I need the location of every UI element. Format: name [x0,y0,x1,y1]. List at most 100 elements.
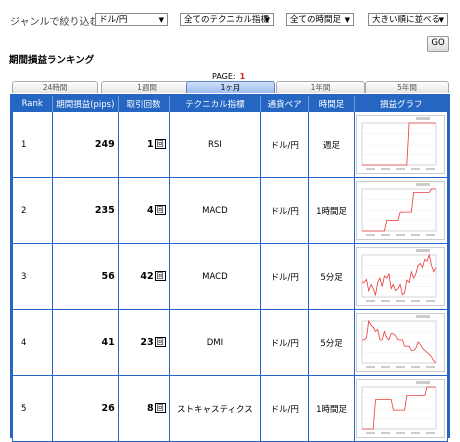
pl-graph [355,379,445,438]
graph-tick-label [395,168,405,170]
graph-tick-label [425,432,435,434]
pair-select-value: ドル/円 [99,15,128,25]
graph-tick-label [380,366,390,368]
ranking-table: Rank 期間損益(pips) 取引回数 テクニカル指標 通貨ペア 時間足 損益… [12,96,449,442]
trades-value: 4 [146,205,154,216]
period-tabs: 24時間 1週間 1ヶ月 1年間 5年間 [10,81,449,94]
technical-cell: MACD [168,177,262,244]
trades-cell: 23 回 [117,309,170,376]
table-row[interactable]: 5 26 8回 ストキャスティクス ドル/円 1時間足 [12,375,449,442]
pips-cell: 41 [51,309,119,376]
graph-tick-label [425,234,435,236]
graph-tick-label [365,234,375,236]
technical-cell: ストキャスティクス [168,375,262,442]
pl-graph [355,115,445,174]
graph-tick-label [395,432,405,434]
graph-legend-swatch [415,249,430,252]
trades-value: 42 [140,271,154,282]
graph-cell[interactable] [353,309,449,376]
timeframe-select-value: 全ての時間足 [290,15,342,25]
graph-legend-swatch [415,117,430,120]
graph-tick-label [395,366,405,368]
graph-tick-label [380,168,390,170]
graph-tick-label [410,300,420,302]
graph-cell[interactable] [353,111,449,178]
rank-cell: 1 [12,111,53,178]
graph-tick-label [365,168,375,170]
trade-unit-badge: 回 [154,205,166,215]
page-indicator: PAGE: 1 [212,72,245,81]
tab-24h[interactable]: 24時間 [12,81,98,93]
chevron-down-icon: ▼ [158,16,164,24]
tab-1week[interactable]: 1週間 [101,81,193,93]
table-row[interactable]: 3 56 42 回 MACD ドル/円 5分足 [12,243,449,310]
graph-tick-label [365,300,375,302]
trades-cell: 4回 [117,177,170,244]
graph-tick-label [410,168,420,170]
technical-cell: RSI [168,111,262,178]
timeframe-select[interactable]: 全ての時間足 ▼ [286,13,354,26]
tab-1year[interactable]: 1年間 [276,81,365,93]
col-timeframe: 時間足 [308,96,355,112]
tab-1month[interactable]: 1ヶ月 [186,81,275,93]
go-button[interactable]: GO [427,36,449,52]
col-technical: テクニカル指標 [168,96,261,112]
trades-cell: 8回 [117,375,170,442]
col-graph: 損益グラフ [353,96,448,112]
rank-cell: 5 [12,375,53,442]
graph-tick-label [380,432,390,434]
pips-cell: 235 [51,177,119,244]
chevron-down-icon: ▼ [438,16,444,24]
trade-unit-badge: 回 [154,337,166,347]
pair-select[interactable]: ドル/円 ▼ [95,13,168,26]
col-trades: 取引回数 [117,96,170,112]
technical-cell: MACD [168,243,262,310]
graph-legend-swatch [415,183,430,186]
col-pips: 期間損益(pips) [51,96,119,112]
table-row[interactable]: 1 249 1回 RSI ドル/円 週足 [12,111,449,178]
timeframe-cell: 5分足 [308,243,355,310]
graph-legend-swatch [415,381,430,384]
trades-value: 23 [140,337,154,348]
sort-select[interactable]: 大きい順に並べる ▼ [368,13,448,26]
ranking-table-frame: Rank 期間損益(pips) 取引回数 テクニカル指標 通貨ペア 時間足 損益… [10,94,450,442]
table-row[interactable]: 4 41 23 回 DMI ドル/円 5分足 [12,309,449,376]
trades-value: 8 [146,403,154,414]
technical-select[interactable]: 全てのテクニカル指標 ▼ [180,13,274,26]
graph-cell[interactable] [353,375,449,442]
trades-cell: 42 回 [117,243,170,310]
pl-graph [355,181,445,240]
graph-cell[interactable] [353,177,449,244]
technical-select-value: 全てのテクニカル指標 [184,15,270,25]
graph-legend-swatch [415,315,430,318]
graph-tick-label [425,168,435,170]
trade-unit-badge: 回 [154,271,166,281]
table-row[interactable]: 2 235 4回 MACD ドル/円 1時間足 [12,177,449,244]
filter-label: ジャンルで絞り込む: [10,17,103,28]
graph-tick-label [425,300,435,302]
pair-cell: ドル/円 [260,375,310,442]
pips-cell: 56 [51,243,119,310]
graph-cell[interactable] [353,243,449,310]
rank-cell: 2 [12,177,53,244]
graph-tick-label [395,234,405,236]
graph-tick-label [380,234,390,236]
chevron-down-icon: ▼ [264,16,270,24]
tab-5year[interactable]: 5年間 [365,81,449,93]
graph-tick-label [395,300,405,302]
graph-tick-label [410,234,420,236]
timeframe-cell: 1時間足 [308,177,355,244]
chevron-down-icon: ▼ [344,16,350,24]
pl-graph [355,313,445,372]
timeframe-cell: 1時間足 [308,375,355,442]
pair-cell: ドル/円 [260,177,310,244]
pair-cell: ドル/円 [260,309,310,376]
pips-cell: 26 [51,375,119,442]
section-title: 期間損益ランキング [9,55,95,66]
trades-cell: 1回 [117,111,170,178]
rank-cell: 4 [12,309,53,376]
pl-graph [355,247,445,306]
page-label: PAGE: [212,72,236,81]
trades-value: 1 [146,139,154,150]
technical-cell: DMI [168,309,262,376]
